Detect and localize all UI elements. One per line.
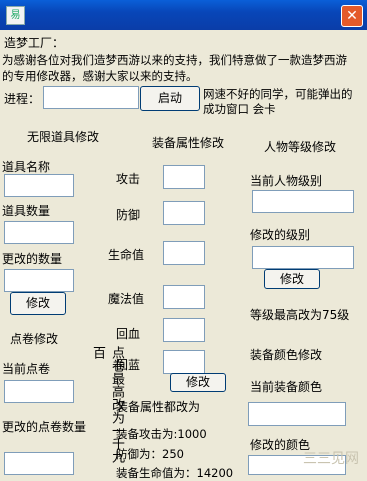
equip-defense-note: 防御为：250 <box>116 447 184 461</box>
equip-mp-label: 魔法值 <box>108 292 145 306</box>
equip-attack-note: 装备攻击为:1000 <box>116 427 207 441</box>
equip-mp-regen-field[interactable] <box>163 350 205 374</box>
points-changed-label: 更改的点卷数量 <box>2 420 87 434</box>
level-current-label: 当前人物级别 <box>250 174 323 188</box>
app-icon: 易 <box>6 6 25 25</box>
intro-line-1: 为感谢各位对我们造梦西游以来的支持，我们特意做了一款造梦西游 <box>2 53 347 67</box>
item-count-label: 道具数量 <box>2 204 51 218</box>
level-section-title: 人物等级修改 <box>264 140 337 154</box>
level-current-field[interactable] <box>252 190 354 213</box>
points-section-title: 点卷修改 <box>10 332 59 346</box>
item-name-field[interactable] <box>4 174 74 197</box>
progress-note-line-2: 成功窗口 会卡 <box>203 102 276 116</box>
color-current-field[interactable] <box>248 402 346 426</box>
color-section-title: 装备颜色修改 <box>250 348 323 362</box>
progress-field[interactable] <box>43 86 139 109</box>
equip-attack-label: 攻击 <box>116 172 141 186</box>
item-name-label: 道具名称 <box>2 160 51 174</box>
equip-defense-label: 防御 <box>116 208 141 222</box>
title-bar: 易 ✕ <box>0 0 367 30</box>
equip-mp-field[interactable] <box>163 285 205 309</box>
equip-section-title: 装备属性修改 <box>152 136 225 150</box>
equip-modify-button[interactable]: 修改 <box>170 373 226 392</box>
points-current-label: 当前点卷 <box>2 362 51 376</box>
intro-line-2: 的专用修改器，感谢大家以来的支持。 <box>2 69 198 83</box>
item-modify-button[interactable]: 修改 <box>10 292 66 315</box>
equip-mp-regen-label: 回蓝 <box>116 358 141 372</box>
progress-label: 进程： <box>4 92 41 106</box>
equip-attack-field[interactable] <box>163 165 205 189</box>
equip-hp-regen-label: 回血 <box>116 327 141 341</box>
equip-hp-regen-field[interactable] <box>163 318 205 342</box>
level-note: 等级最高改为75级 <box>250 308 350 322</box>
level-changed-field[interactable] <box>252 246 354 269</box>
equip-note: 装备属性都改为 <box>116 400 201 414</box>
equip-hp-field[interactable] <box>163 241 205 265</box>
close-button[interactable]: ✕ <box>341 5 363 27</box>
color-changed-label: 修改的颜色 <box>250 438 311 452</box>
equip-hp-note: 装备生命值为：14200 <box>116 466 234 480</box>
level-modify-button[interactable]: 修改 <box>264 269 320 289</box>
color-current-label: 当前装备颜色 <box>250 380 323 394</box>
points-current-field[interactable] <box>4 380 74 403</box>
item-section-title: 无限道具修改 <box>27 130 100 144</box>
start-button[interactable]: 启动 <box>140 86 200 111</box>
item-count-field[interactable] <box>4 221 74 244</box>
level-changed-label: 修改的级别 <box>250 228 311 242</box>
item-changed-count-field[interactable] <box>4 269 74 292</box>
equip-defense-field[interactable] <box>163 201 205 225</box>
progress-note-line-1: 网速不好的同学，可能弹出的 <box>203 87 353 101</box>
item-changed-count-label: 更改的数量 <box>2 252 63 266</box>
intro-heading: 造梦工厂： <box>4 36 65 50</box>
watermark: 三三见网 <box>303 451 359 467</box>
equip-hp-label: 生命值 <box>108 248 145 262</box>
